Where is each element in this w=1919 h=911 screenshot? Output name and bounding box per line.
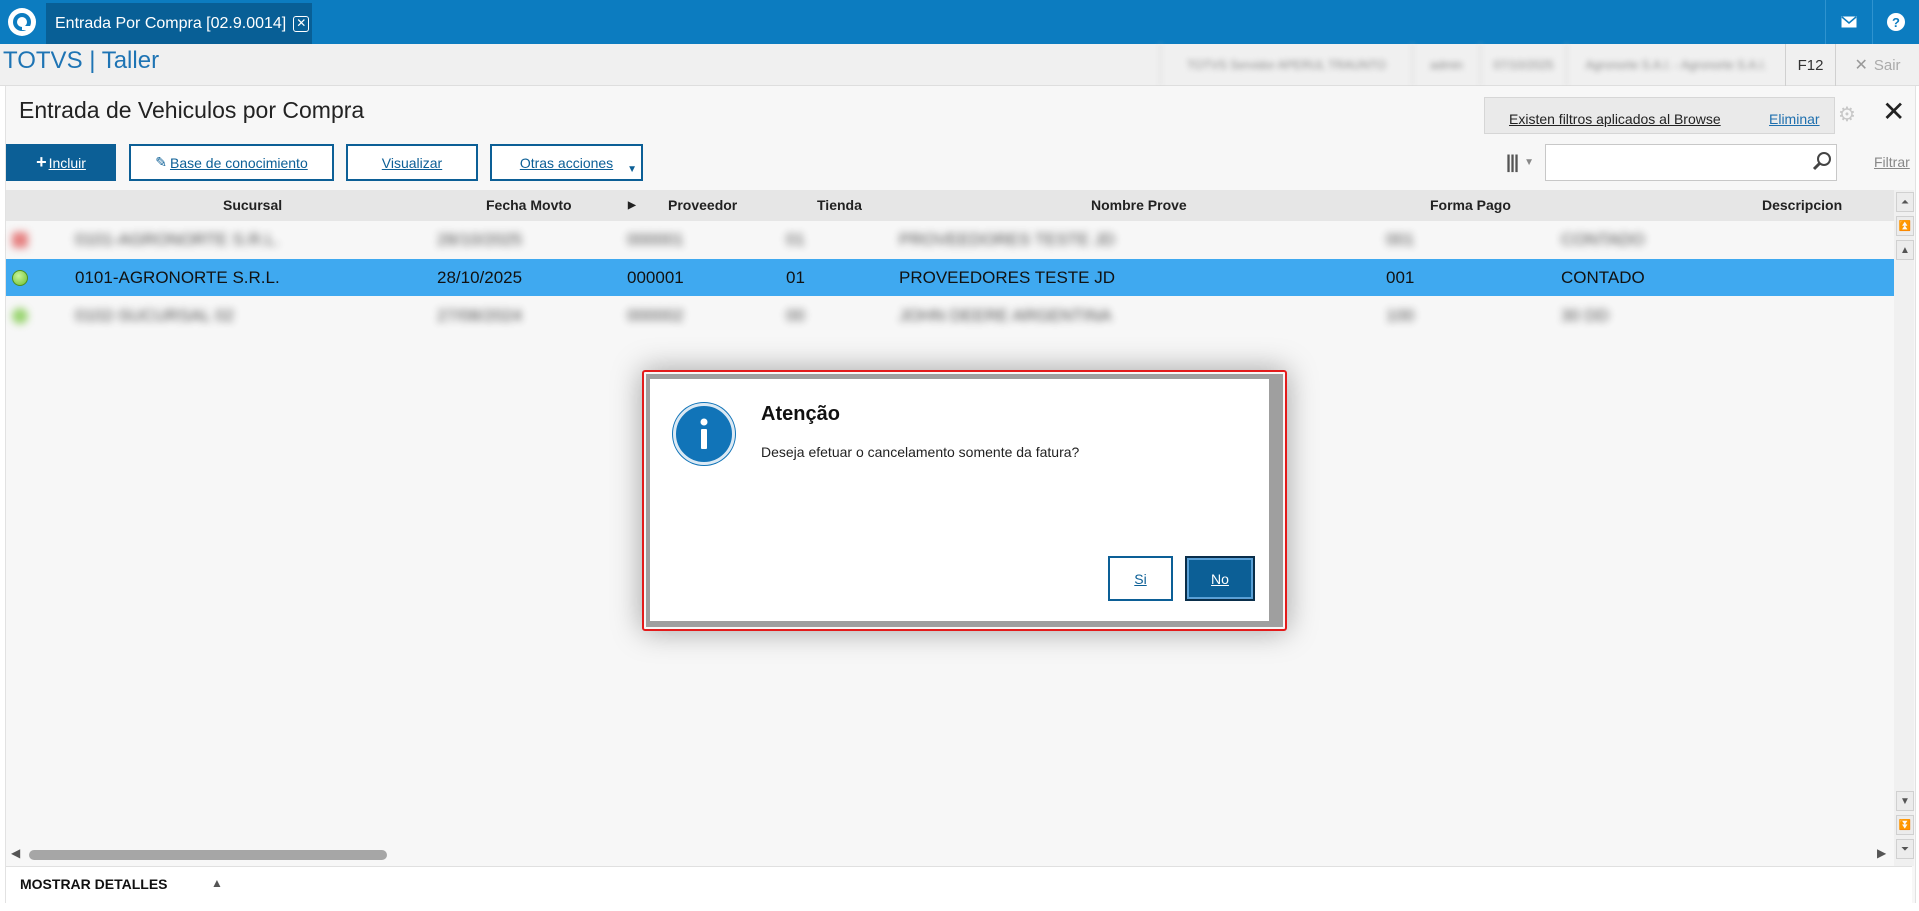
info-icon: [673, 403, 735, 465]
cell-sucursal: 0101-AGRONORTE S.R.L.: [75, 268, 280, 287]
session-company[interactable]: Agronorte S.A.I. - Agronorte S.A.I.: [1566, 44, 1785, 86]
help-icon[interactable]: ?: [1872, 0, 1919, 44]
close-browse-icon[interactable]: ✕: [1882, 97, 1905, 127]
col-header-fecha[interactable]: Fecha Movto: [486, 197, 572, 213]
base-conocimiento-label: Base de conocimiento: [169, 154, 308, 171]
visualizar-label: Visualizar: [381, 154, 443, 171]
tab-entrada-por-compra[interactable]: Entrada Por Compra [02.9.0014] ✕: [46, 3, 312, 44]
col-header-forma-pago[interactable]: Forma Pago: [1430, 197, 1511, 213]
app-window: Entrada Por Compra [02.9.0014] ✕ ? TOTVS…: [0, 0, 1919, 911]
cell-sucursal: 0101-AGRONORTE S.R.L.: [75, 230, 280, 249]
cell-descripcion: CONTADO: [1561, 230, 1645, 249]
cell-fecha: 28/10/2025: [437, 268, 523, 287]
status-green-icon: [12, 270, 28, 286]
close-icon: ✕: [1854, 57, 1868, 74]
scroll-page-up-icon[interactable]: ⏫: [1896, 216, 1914, 236]
mail-icon[interactable]: [1825, 0, 1872, 44]
scroll-down-icon[interactable]: ▼: [1896, 791, 1914, 811]
cell-nombre: JOHN DEERE ARGENTINA: [899, 306, 1112, 325]
cell-sucursal: 0102-SUCURSAL 02: [75, 306, 235, 325]
cell-proveedor: 000001: [627, 268, 684, 287]
session-date[interactable]: 07/10/2025: [1480, 44, 1566, 86]
dialog-body: [650, 379, 1269, 621]
cell-forma-pago: 001: [1386, 230, 1415, 249]
plus-icon: +: [36, 152, 47, 172]
cell-proveedor: 000001: [627, 230, 684, 249]
remove-filter-link[interactable]: Eliminar: [1769, 111, 1820, 127]
cell-forma-pago: 001: [1386, 268, 1415, 287]
gear-icon[interactable]: ⚙: [1838, 102, 1856, 127]
scroll-page-down-icon[interactable]: ⏬: [1896, 815, 1914, 835]
search-input[interactable]: [1545, 144, 1837, 181]
cell-descripcion: 30 DD: [1561, 306, 1610, 325]
base-conocimiento-button[interactable]: ✎ Base de conocimiento: [129, 144, 334, 181]
col-header-descripcion[interactable]: Descripcion: [1762, 197, 1842, 213]
scroll-up-icon[interactable]: ▲: [1896, 240, 1914, 260]
cell-nombre: PROVEEDORES TESTE JD: [899, 230, 1116, 249]
status-green-icon: [12, 308, 28, 324]
otras-acciones-button[interactable]: Otras acciones ▼: [490, 144, 643, 181]
session-environment[interactable]: TOTVS Servidor APERUL TRAUNTO: [1160, 44, 1412, 86]
exit-label: Sair: [1873, 56, 1901, 74]
page-title: Entrada de Vehiculos por Compra: [19, 97, 365, 123]
mostrar-detalles-toggle[interactable]: MOSTRAR DETALLES: [20, 876, 168, 892]
filtrar-link[interactable]: Filtrar: [1874, 154, 1910, 170]
visualizar-button[interactable]: Visualizar: [346, 144, 478, 181]
scroll-bottom-icon[interactable]: ⏷: [1896, 839, 1914, 859]
tab-title: Entrada Por Compra [02.9.0014]: [55, 14, 287, 32]
status-red-icon: [12, 232, 28, 248]
cell-fecha: 28/10/2025: [437, 230, 523, 249]
grid-header: [6, 190, 1894, 221]
cell-proveedor: 000002: [627, 306, 684, 325]
exit-button[interactable]: ✕ Sair: [1835, 44, 1919, 86]
table-row-selected[interactable]: 0101-AGRONORTE S.R.L. 28/10/2025 000001 …: [6, 259, 1894, 296]
scroll-right-icon[interactable]: ▶: [1877, 846, 1886, 860]
columns-icon[interactable]: ||| ▼: [1497, 146, 1543, 178]
details-bar: [6, 866, 1912, 903]
cell-forma-pago: 100: [1386, 306, 1415, 325]
f12-button[interactable]: F12: [1785, 44, 1835, 86]
session-user[interactable]: admin: [1412, 44, 1480, 86]
chevron-up-icon[interactable]: ▲: [211, 876, 223, 890]
dialog-message: Deseja efetuar o cancelamento somente da…: [761, 444, 1080, 460]
filter-notice-link[interactable]: Existen filtros aplicados al Browse: [1509, 111, 1721, 127]
col-header-nombre[interactable]: Nombre Prove: [1091, 197, 1187, 213]
svg-text:?: ?: [1892, 15, 1900, 30]
table-row[interactable]: 0101-AGRONORTE S.R.L. 28/10/2025 000001 …: [6, 221, 1673, 258]
scroll-top-icon[interactable]: ⏶: [1896, 192, 1914, 212]
cell-tienda: 01: [786, 268, 805, 287]
cell-fecha: 27/08/2024: [437, 306, 523, 325]
dialog-title: Atenção: [761, 403, 840, 425]
cell-tienda: 00: [786, 306, 805, 325]
table-row[interactable]: 0102-SUCURSAL 02 27/08/2024 000002 00 JO…: [6, 297, 1673, 334]
tab-close-icon[interactable]: ✕: [293, 15, 310, 32]
no-button[interactable]: No: [1185, 556, 1255, 601]
sort-arrow-icon[interactable]: ▶: [628, 200, 636, 211]
top-bar: Entrada Por Compra [02.9.0014] ✕ ?: [0, 0, 1919, 44]
totvs-logo-icon[interactable]: [0, 0, 44, 44]
cell-tienda: 01: [786, 230, 805, 249]
chevron-down-icon: ▼: [627, 164, 637, 175]
col-header-sucursal[interactable]: Sucursal: [223, 197, 282, 213]
col-header-proveedor[interactable]: Proveedor: [668, 197, 737, 213]
search-icon[interactable]: [1812, 151, 1832, 177]
incluir-label: Incluir: [48, 154, 86, 171]
cell-descripcion: CONTADO: [1561, 268, 1645, 287]
col-header-tienda[interactable]: Tienda: [817, 197, 862, 213]
incluir-button[interactable]: + Incluir: [6, 144, 116, 181]
cell-nombre: PROVEEDORES TESTE JD: [899, 268, 1116, 287]
brand-title: TOTVS | Taller: [3, 47, 160, 74]
yes-button[interactable]: Si: [1108, 556, 1173, 601]
vertical-scrollbar[interactable]: [1894, 190, 1914, 866]
horizontal-scrollbar-thumb[interactable]: [29, 850, 387, 860]
pencil-icon: ✎: [155, 154, 167, 170]
scroll-left-icon[interactable]: ◀: [11, 846, 20, 860]
otras-acciones-label: Otras acciones: [519, 154, 614, 171]
